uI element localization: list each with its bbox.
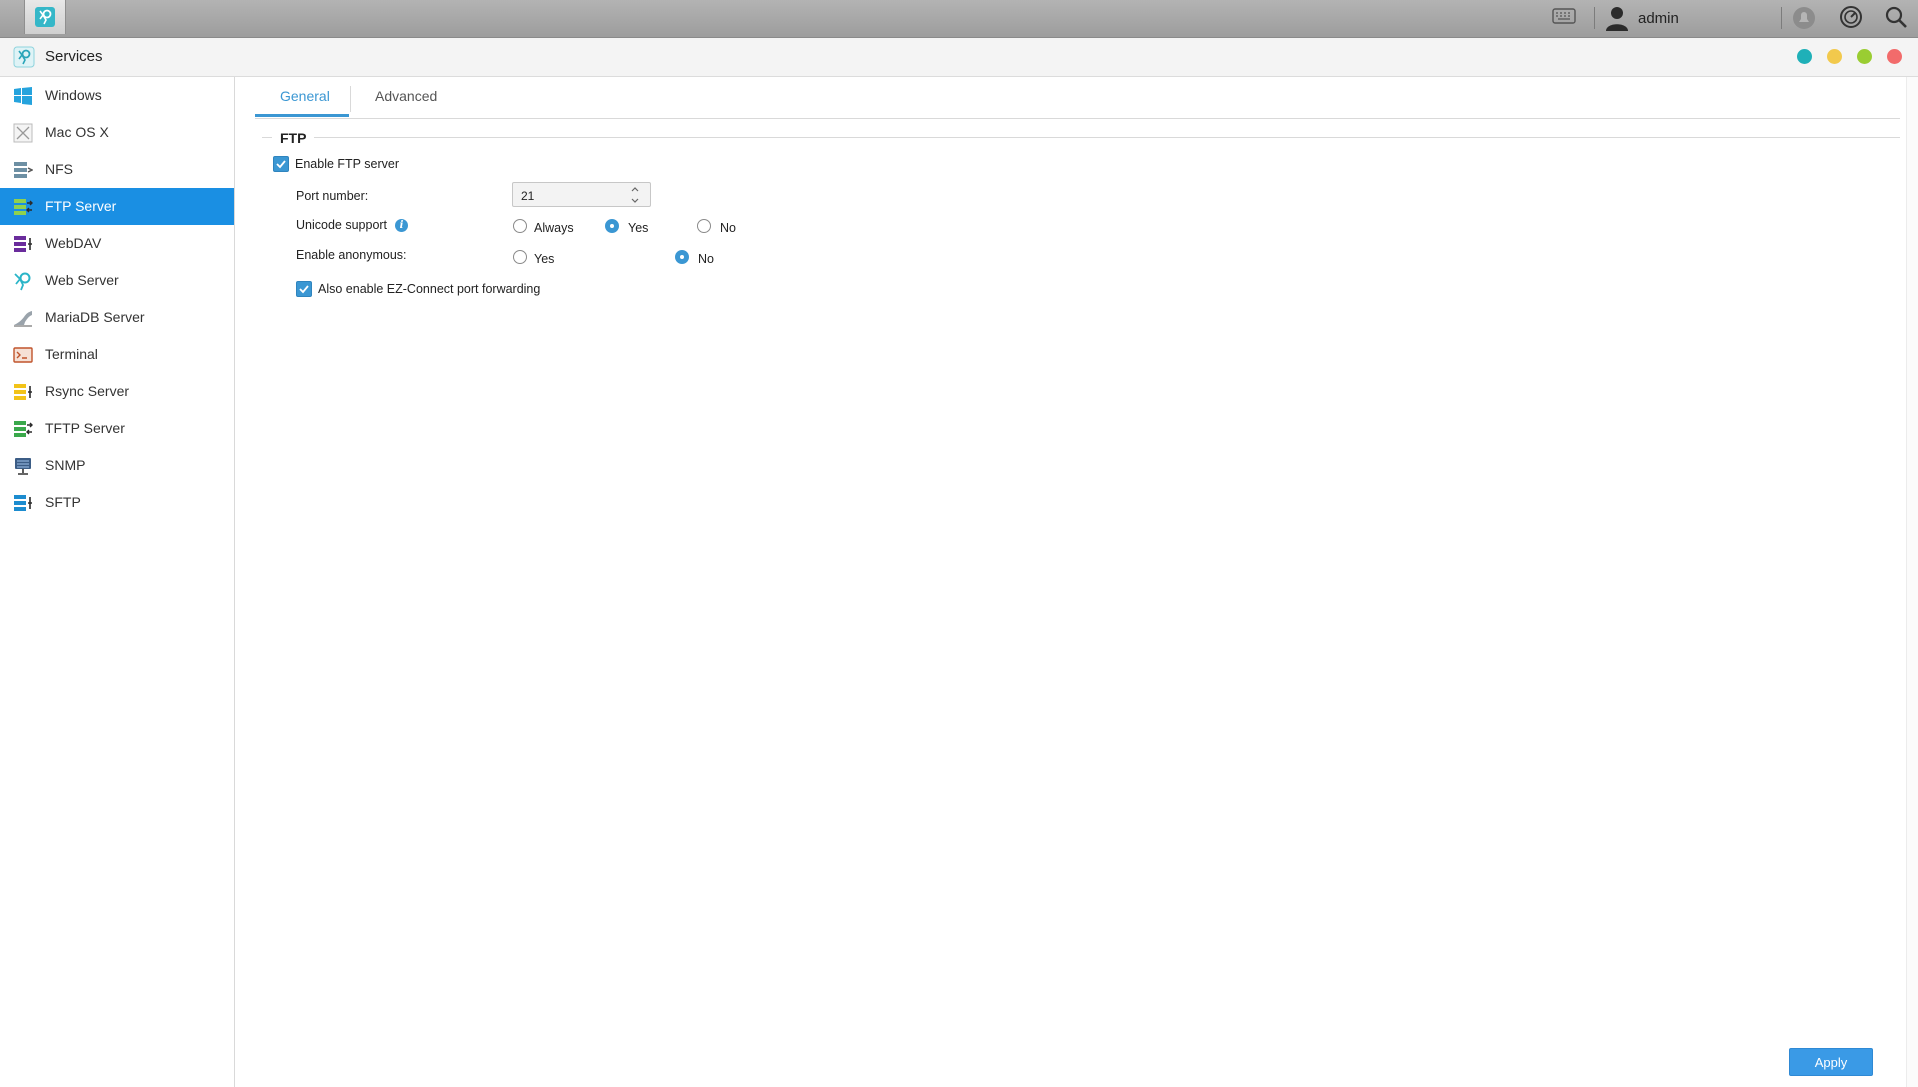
minimize-dot[interactable] — [1797, 49, 1812, 64]
nfs-icon — [14, 162, 33, 178]
sidebar-item-mariadb-server[interactable]: MariaDB Server — [0, 299, 234, 336]
unicode-no-label[interactable]: No — [720, 221, 736, 235]
unicode-always-radio[interactable] — [513, 219, 527, 233]
ftp-server-icon — [14, 199, 33, 215]
tab-general[interactable]: General — [280, 88, 330, 104]
webdav-icon — [14, 236, 32, 252]
ezconnect-checkbox[interactable] — [296, 281, 312, 297]
close-dot[interactable] — [1887, 49, 1902, 64]
tftp-icon — [14, 421, 33, 437]
sidebar-item-web-server[interactable]: Web Server — [0, 262, 234, 299]
sidebar-item-macos[interactable]: Mac OS X — [0, 114, 234, 151]
port-number-value[interactable]: 21 — [521, 189, 534, 203]
enable-anonymous-label: Enable anonymous: — [296, 248, 407, 262]
dashboard-icon[interactable] — [1839, 5, 1863, 29]
enable-ftp-label[interactable]: Enable FTP server — [295, 157, 399, 171]
services-sidebar: Windows Mac OS X NFS FTP Server WebDAV W… — [0, 77, 235, 1087]
sidebar-item-terminal[interactable]: Terminal — [0, 336, 234, 373]
notification-icon[interactable] — [1792, 6, 1816, 30]
macos-icon — [13, 123, 33, 143]
search-icon[interactable] — [1884, 5, 1908, 29]
sidebar-item-webdav[interactable]: WebDAV — [0, 225, 234, 262]
sidebar-item-snmp[interactable]: SNMP — [0, 447, 234, 484]
section-divider — [262, 137, 1900, 138]
tab-divider — [350, 86, 351, 112]
user-icon[interactable] — [1604, 5, 1630, 31]
ezconnect-label[interactable]: Also enable EZ-Connect port forwarding — [318, 282, 540, 296]
port-number-label: Port number: — [296, 189, 369, 203]
sidebar-item-nfs[interactable]: NFS — [0, 151, 234, 188]
anonymous-no-radio[interactable] — [675, 250, 689, 264]
sidebar-item-ftp-server[interactable]: FTP Server — [0, 188, 234, 225]
tab-bar: General Advanced — [255, 84, 1900, 119]
unicode-always-label[interactable]: Always — [534, 221, 574, 235]
tab-advanced[interactable]: Advanced — [375, 88, 437, 104]
topbar-separator — [1594, 7, 1595, 29]
ftp-section-title: FTP — [272, 130, 315, 146]
snmp-icon — [15, 458, 31, 475]
enable-ftp-checkbox[interactable] — [273, 156, 289, 172]
username-label[interactable]: admin — [1638, 10, 1679, 27]
window-title-bar: Services — [0, 38, 1918, 77]
scrollbar-track[interactable] — [1906, 77, 1918, 1087]
unicode-support-label: Unicode support — [296, 218, 388, 232]
mariadb-icon — [14, 311, 32, 327]
keyboard-icon[interactable] — [1552, 8, 1576, 24]
unicode-yes-radio[interactable] — [605, 219, 619, 233]
sidebar-item-windows[interactable]: Windows — [0, 77, 234, 114]
checkmark-icon — [276, 160, 286, 169]
apply-button[interactable]: Apply — [1789, 1048, 1873, 1076]
sftp-icon — [14, 495, 32, 511]
app-icon — [35, 7, 55, 27]
restore-dot[interactable] — [1827, 49, 1842, 64]
maximize-dot[interactable] — [1857, 49, 1872, 64]
sidebar-item-rsync-server[interactable]: Rsync Server — [0, 373, 234, 410]
anonymous-yes-label[interactable]: Yes — [534, 252, 554, 266]
anonymous-yes-radio[interactable] — [513, 250, 527, 264]
sidebar-item-sftp[interactable]: SFTP — [0, 484, 234, 521]
services-app-icon — [13, 46, 35, 73]
web-server-icon — [14, 272, 31, 291]
anonymous-no-label[interactable]: No — [698, 252, 714, 266]
rsync-icon — [14, 384, 32, 400]
checkmark-icon — [299, 285, 309, 294]
info-icon[interactable]: i — [395, 219, 408, 232]
window-title: Services — [45, 48, 103, 65]
unicode-yes-label[interactable]: Yes — [628, 221, 648, 235]
stepper-arrows-icon[interactable] — [630, 185, 640, 205]
sidebar-item-tftp-server[interactable]: TFTP Server — [0, 410, 234, 447]
services-app-button[interactable] — [24, 0, 66, 34]
active-tab-indicator — [255, 114, 349, 117]
topbar-separator — [1781, 7, 1782, 29]
system-top-bar: admin — [0, 0, 1918, 38]
unicode-no-radio[interactable] — [697, 219, 711, 233]
terminal-icon — [13, 347, 33, 363]
windows-icon — [14, 87, 32, 105]
port-number-stepper[interactable]: 21 — [512, 182, 651, 207]
